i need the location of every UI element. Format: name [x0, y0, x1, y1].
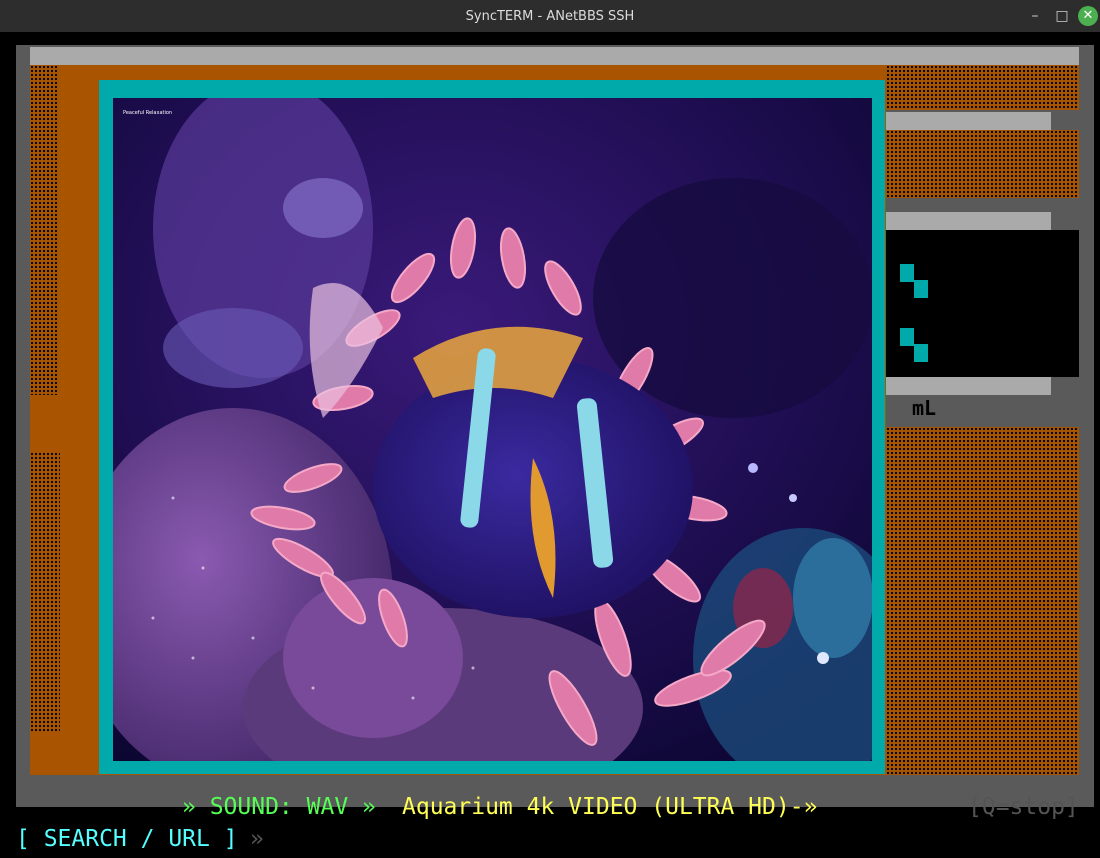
video-title: Aquarium 4k VIDEO (ULTRA HD)-»: [402, 794, 818, 820]
top-bar: [30, 47, 1079, 65]
window-titlebar: SyncTERM - ANetBBS SSH – □ ✕: [0, 0, 1100, 32]
dither-pattern-left-lower: [30, 452, 60, 732]
window-title: SyncTERM - ANetBBS SSH: [465, 9, 635, 24]
sound-indicator: » SOUND: WAV »: [182, 794, 376, 820]
side-panel-label: mL: [912, 396, 937, 420]
dither-pattern-right-top: [886, 65, 1079, 110]
pixel-block: [914, 344, 928, 362]
side-preview-panel: [886, 230, 1079, 377]
stop-hint[interactable]: [Q=stop]: [968, 794, 1079, 820]
pixel-block: [900, 264, 914, 282]
video-frame-image[interactable]: [113, 98, 872, 761]
maximize-button[interactable]: □: [1052, 6, 1072, 26]
minimize-button[interactable]: –: [1025, 6, 1045, 26]
side-divider-1: [886, 112, 1051, 130]
prompt-arrow: »: [250, 826, 264, 852]
pixel-block: [900, 328, 914, 346]
pixel-block: [914, 280, 928, 298]
dither-pattern-left: [30, 65, 58, 395]
aquarium-scene: [113, 98, 872, 761]
dither-pattern-right-mid: [886, 130, 1079, 198]
search-line: [ SEARCH / URL ] »: [0, 826, 1100, 858]
dither-pattern-right-bottom: [886, 427, 1079, 775]
close-button[interactable]: ✕: [1078, 6, 1098, 26]
status-line: » SOUND: WAV » Aquarium 4k VIDEO (ULTRA …: [0, 794, 1100, 824]
search-url-button[interactable]: [ SEARCH / URL ]: [16, 826, 238, 852]
side-divider-3: [886, 377, 1051, 395]
terminal-screen[interactable]: mL Peaceful Relaxation » SOUND: WAV » Aq…: [0, 32, 1100, 858]
video-watermark: Peaceful Relaxation: [123, 110, 173, 116]
side-divider-2: [886, 212, 1051, 230]
